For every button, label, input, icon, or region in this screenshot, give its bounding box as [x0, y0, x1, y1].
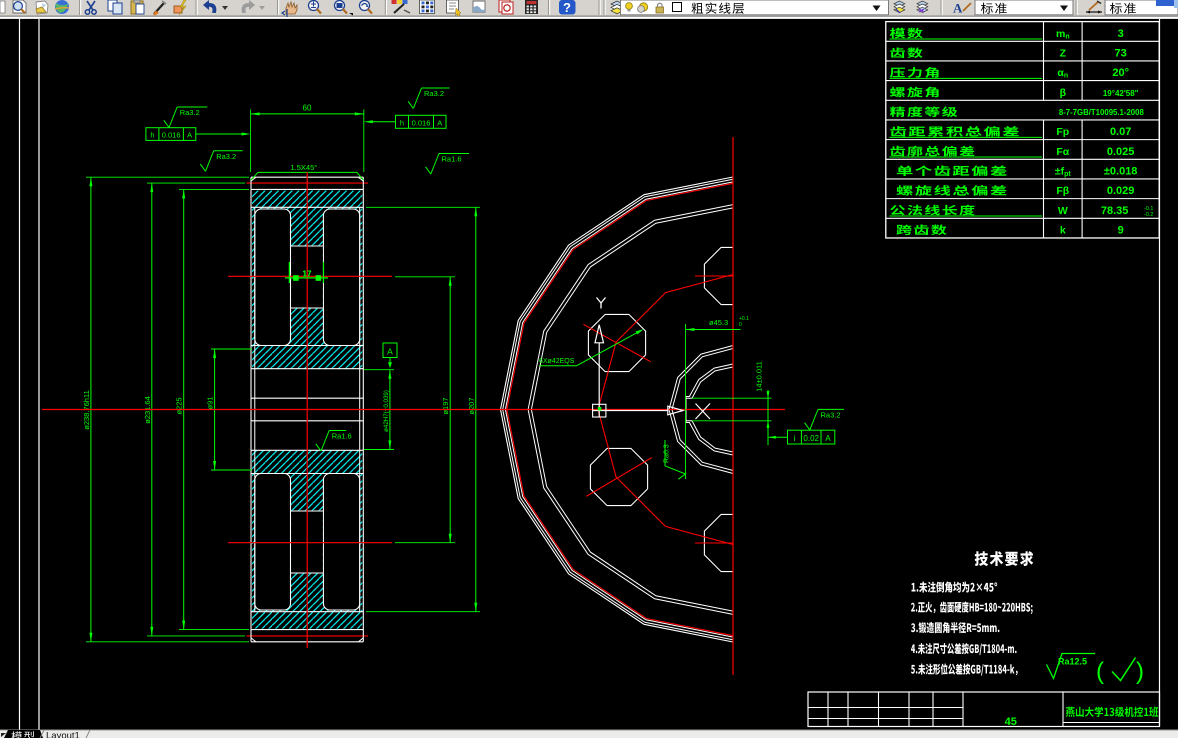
svg-text:(: (: [1096, 658, 1104, 685]
svg-text:14±0.011: 14±0.011: [755, 361, 764, 392]
svg-text:): ): [1136, 658, 1144, 685]
svg-text:0.016: 0.016: [412, 118, 431, 127]
svg-text:ø45.3: ø45.3: [709, 318, 728, 327]
svg-text:ø207: ø207: [467, 397, 476, 414]
svg-text:Fβ: Fβ: [1056, 185, 1069, 197]
svg-text:73: 73: [1115, 47, 1127, 59]
svg-text:19°42'58": 19°42'58": [1103, 89, 1139, 98]
svg-text:17: 17: [303, 270, 312, 279]
svg-text:1.5X45°: 1.5X45°: [291, 163, 318, 172]
svg-text:8-7-7GB/T10095.1-2008: 8-7-7GB/T10095.1-2008: [1059, 108, 1145, 117]
svg-text:Ra3.2: Ra3.2: [424, 89, 444, 98]
svg-text:0.07: 0.07: [1110, 126, 1131, 138]
svg-text:±0.018: ±0.018: [1104, 165, 1138, 177]
svg-text:Fp: Fp: [1056, 126, 1069, 138]
svg-text:0.016: 0.016: [162, 130, 181, 139]
svg-text:Ra3.2: Ra3.2: [180, 108, 200, 117]
svg-text:Ra3.2: Ra3.2: [821, 410, 841, 419]
svg-text:-0.2: -0.2: [1144, 212, 1153, 218]
svg-text:β: β: [1060, 87, 1067, 99]
svg-text:A: A: [387, 347, 393, 357]
svg-text:A: A: [825, 434, 831, 443]
svg-text:60: 60: [303, 104, 312, 113]
svg-text:0.025: 0.025: [1107, 146, 1135, 158]
svg-text:h: h: [150, 130, 154, 139]
svg-text:ø91: ø91: [206, 397, 215, 410]
svg-text:Ra6.3: Ra6.3: [664, 444, 671, 463]
svg-text:h: h: [400, 118, 404, 127]
svg-text:ø225: ø225: [175, 397, 184, 414]
svg-text:Ra1.6: Ra1.6: [332, 432, 352, 441]
svg-text:i: i: [794, 434, 796, 443]
svg-text:A: A: [437, 118, 442, 127]
svg-text:ø42H7(+0.039): ø42H7(+0.039): [383, 390, 390, 432]
svg-text:0: 0: [739, 322, 742, 328]
svg-text:?: ?: [563, 0, 571, 15]
svg-text:0.029: 0.029: [1107, 185, 1135, 197]
svg-text:k: k: [1060, 225, 1066, 237]
svg-text:A: A: [187, 130, 192, 139]
svg-text:Fα: Fα: [1056, 146, 1069, 158]
svg-text:45: 45: [1005, 716, 1017, 728]
svg-text:A: A: [953, 1, 963, 16]
svg-text:20°: 20°: [1112, 67, 1129, 79]
svg-text:Ra12.5: Ra12.5: [1058, 657, 1087, 667]
svg-text:W: W: [1058, 205, 1068, 217]
svg-text:Layout1: Layout1: [46, 731, 80, 738]
svg-text:0.02: 0.02: [803, 434, 819, 443]
svg-text:ø197: ø197: [441, 397, 450, 414]
svg-text:Ra1.6: Ra1.6: [442, 155, 462, 164]
svg-text:6Xø42EQS: 6Xø42EQS: [539, 358, 575, 365]
svg-text:9: 9: [1118, 225, 1124, 237]
svg-text:Z: Z: [1060, 47, 1067, 59]
svg-text:78.35: 78.35: [1101, 205, 1129, 217]
svg-text:Ra3.2: Ra3.2: [216, 152, 236, 161]
svg-text:3: 3: [1118, 28, 1124, 40]
